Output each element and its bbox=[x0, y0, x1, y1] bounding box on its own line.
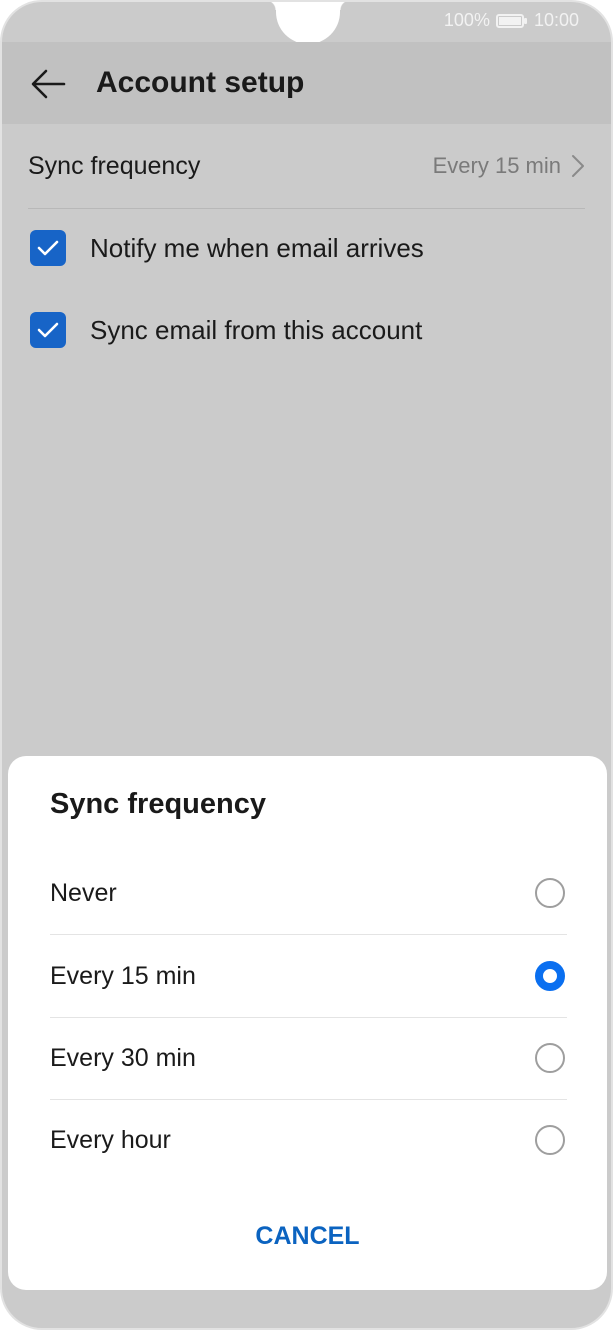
option-label: Every 30 min bbox=[50, 1043, 196, 1072]
notify-email-checkbox[interactable] bbox=[30, 230, 66, 266]
chevron-right-icon bbox=[572, 155, 584, 177]
back-button[interactable] bbox=[26, 64, 70, 104]
clock: 10:00 bbox=[533, 10, 579, 30]
cancel-button[interactable]: CANCEL bbox=[8, 1222, 607, 1251]
sync-frequency-label: Sync frequency bbox=[28, 151, 201, 180]
page-title: Account setup bbox=[96, 66, 305, 99]
radio-button[interactable] bbox=[535, 878, 565, 908]
sync-frequency-value-wrap: Every 15 min bbox=[433, 153, 585, 179]
sync-email-checkbox-row[interactable]: Sync email from this account bbox=[30, 300, 585, 360]
option-label: Never bbox=[50, 878, 117, 907]
battery-icon bbox=[495, 13, 527, 28]
option-label: Every 15 min bbox=[50, 961, 196, 990]
battery-percent: 100% bbox=[443, 10, 490, 30]
sync-email-label: Sync email from this account bbox=[90, 314, 423, 345]
option-every-30-min[interactable]: Every 30 min bbox=[50, 1017, 567, 1100]
radio-button[interactable] bbox=[535, 1125, 565, 1155]
radio-button-selected[interactable] bbox=[535, 961, 565, 991]
option-never[interactable]: Never bbox=[50, 852, 567, 935]
option-label: Every hour bbox=[50, 1125, 171, 1154]
sync-frequency-dialog: Sync frequency Never Every 15 min Every … bbox=[8, 756, 607, 1290]
check-icon bbox=[37, 322, 59, 338]
check-icon bbox=[37, 240, 59, 256]
notify-email-checkbox-row[interactable]: Notify me when email arrives bbox=[30, 218, 585, 278]
radio-button[interactable] bbox=[535, 1043, 565, 1073]
option-every-hour[interactable]: Every hour bbox=[50, 1099, 567, 1181]
sync-frequency-value: Every 15 min bbox=[432, 153, 561, 178]
sync-email-checkbox[interactable] bbox=[30, 312, 66, 348]
arrow-left-icon bbox=[31, 69, 66, 99]
status-bar: 100% 10:00 bbox=[444, 10, 579, 31]
dialog-title: Sync frequency bbox=[50, 788, 266, 820]
phone-screen: 100% 10:00 Account setup Sync frequency … bbox=[2, 2, 611, 1328]
sync-frequency-setting[interactable]: Sync frequency Every 15 min bbox=[28, 124, 585, 209]
option-every-15-min[interactable]: Every 15 min bbox=[50, 935, 567, 1018]
notify-email-label: Notify me when email arrives bbox=[90, 232, 424, 263]
app-bar: Account setup bbox=[2, 42, 611, 124]
camera-notch bbox=[266, 2, 350, 44]
